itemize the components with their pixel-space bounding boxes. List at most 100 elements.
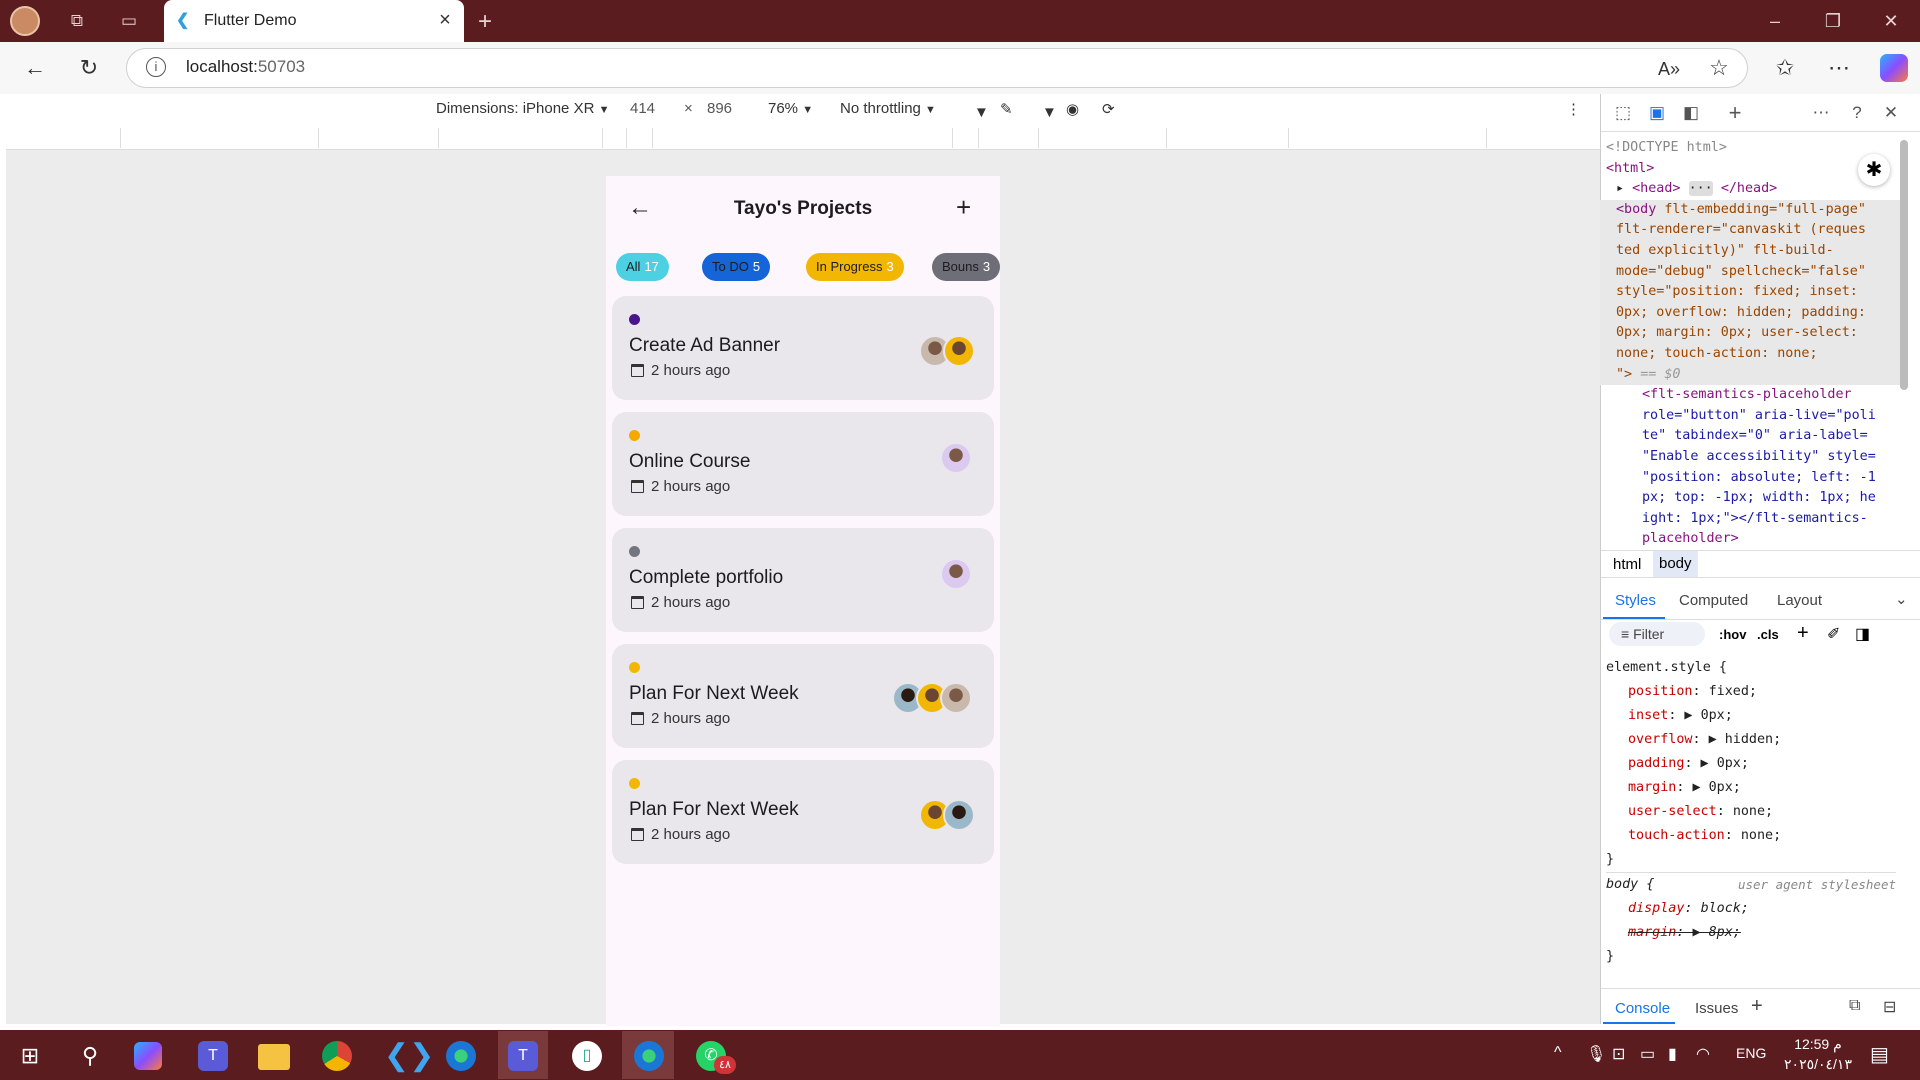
minimize-icon[interactable]: – — [1760, 8, 1790, 34]
tab-console[interactable]: Console — [1615, 1000, 1670, 1017]
dom-scrollbar[interactable] — [1900, 140, 1908, 390]
windows-start-icon[interactable]: ⊞ — [12, 1038, 48, 1074]
microphone-icon[interactable]: 🎙︎ — [1586, 1044, 1606, 1064]
new-rule-icon[interactable]: + — [1797, 622, 1809, 645]
info-icon[interactable]: i — [146, 57, 166, 77]
language-indicator[interactable]: ENG — [1736, 1045, 1766, 1061]
filter-chip-in-progress[interactable]: In Progress 3 — [806, 253, 904, 281]
filter-chip-todo[interactable]: To DO 5 — [702, 253, 771, 281]
refresh-icon[interactable]: ↻ — [76, 55, 102, 81]
edge-icon[interactable] — [446, 1041, 476, 1071]
breadcrumb-html[interactable]: html — [1613, 556, 1641, 573]
teams-icon[interactable]: T — [198, 1041, 228, 1071]
close-devtools-icon[interactable]: ✕ — [1880, 102, 1902, 124]
favorites-icon[interactable]: ✩ — [1772, 55, 1798, 81]
address-bar[interactable] — [126, 48, 1748, 88]
read-aloud-icon[interactable]: A» — [1656, 56, 1682, 82]
chevron-up-icon[interactable]: ^ — [1554, 1044, 1562, 1062]
wifi-icon[interactable]: ◠ — [1696, 1044, 1710, 1064]
head-line[interactable]: ▸ <head> ··· </head> — [1606, 179, 1896, 200]
add-panel-icon[interactable]: + — [1724, 102, 1746, 124]
battery-icon[interactable]: ▮ — [1668, 1044, 1677, 1064]
status-dot — [629, 314, 640, 325]
tab-layout[interactable]: Layout — [1777, 592, 1822, 609]
height-input[interactable]: 896 — [707, 100, 732, 117]
chrome-icon[interactable] — [322, 1041, 352, 1071]
tab-computed[interactable]: Computed — [1679, 592, 1748, 609]
device-toggle-icon[interactable]: ▣ — [1646, 102, 1668, 124]
media-query-ruler — [6, 126, 1600, 150]
member-avatar — [943, 799, 975, 831]
semantics-line: "position: absolute; left: -1 — [1642, 469, 1876, 485]
chevron-down-icon[interactable]: ⌄ — [1895, 590, 1908, 608]
breadcrumb-body[interactable]: body — [1653, 551, 1698, 577]
app-icon[interactable]: ▯ — [572, 1041, 602, 1071]
url-text[interactable]: localhost:50703 — [186, 57, 305, 77]
copilot-taskbar-icon[interactable] — [134, 1042, 162, 1070]
new-tab-icon[interactable]: + — [478, 8, 492, 36]
inspect-icon[interactable]: ⬚ — [1612, 102, 1634, 124]
close-window-icon[interactable]: ✕ — [1876, 8, 1906, 34]
times-sign: × — [684, 100, 693, 117]
tray-app-icon[interactable]: ⊡ — [1612, 1044, 1625, 1064]
filter-chip-all[interactable]: All 17 — [616, 253, 669, 281]
devtools-more-icon[interactable]: ⋯ — [1810, 102, 1832, 124]
profile-avatar[interactable] — [10, 6, 40, 36]
dom-tree[interactable]: <!DOCTYPE html> <html> ▸ <head> ··· </he… — [1600, 138, 1902, 550]
accessibility-icon[interactable]: ✱ — [1858, 154, 1890, 186]
eye-icon[interactable]: ◉ — [1066, 100, 1079, 118]
styles-pane[interactable]: element.style { position: fixed; inset: … — [1606, 656, 1896, 969]
rotate-icon[interactable]: ⟳ — [1102, 100, 1115, 118]
calendar-icon — [631, 828, 644, 841]
tab-issues[interactable]: Issues — [1695, 1000, 1738, 1017]
close-tab-icon[interactable]: × — [434, 9, 456, 31]
teams-work-icon[interactable]: T — [508, 1041, 538, 1071]
body-node[interactable]: <body flt-embedding="full-page" flt-rend… — [1600, 199, 1902, 386]
close-drawer-icon[interactable]: ⊟ — [1883, 997, 1896, 1017]
restore-icon[interactable]: ❐ — [1818, 8, 1848, 34]
cls-button[interactable]: .cls — [1757, 627, 1779, 642]
device-select[interactable]: Dimensions: iPhone XR ▼ — [436, 100, 609, 117]
copilot-icon[interactable] — [1880, 54, 1908, 82]
tab-styles[interactable]: Styles — [1615, 592, 1656, 609]
help-icon[interactable]: ? — [1846, 102, 1868, 124]
body-tag: <body — [1616, 201, 1657, 217]
paint-icon[interactable]: ✐ — [1827, 624, 1840, 644]
add-icon[interactable]: + — [956, 194, 980, 220]
add-drawer-tab-icon[interactable]: + — [1751, 995, 1763, 1018]
hov-button[interactable]: :hov — [1719, 627, 1746, 642]
vscode-icon[interactable]: ❮❯ — [384, 1038, 434, 1074]
clock[interactable]: 12:59 م ٢٠٢٥/٠٤/١٣ — [1778, 1034, 1858, 1074]
tab-actions-icon[interactable]: ▭ — [118, 10, 140, 32]
search-icon[interactable]: ⚲ — [72, 1038, 108, 1074]
calendar-icon — [631, 364, 644, 377]
favorite-star-icon[interactable]: ☆ — [1706, 55, 1732, 81]
filter-chip-bonus[interactable]: Bouns 3 — [932, 253, 1001, 281]
undock-icon[interactable]: ⧉ — [1849, 997, 1860, 1015]
edge-window-icon[interactable] — [634, 1041, 664, 1071]
styles-tabs: Styles Computed Layout ⌄ — [1601, 580, 1920, 620]
dock-icon[interactable]: ◧ — [1680, 102, 1702, 124]
throttling-select[interactable]: No throttling ▼ — [840, 100, 936, 117]
css-rule: padding: ▶ 0px; — [1628, 756, 1749, 771]
notifications-icon[interactable]: ▤ — [1870, 1042, 1889, 1067]
color-picker-icon[interactable]: ✎ — [1000, 100, 1013, 118]
clock-date: ٢٠٢٥/٠٤/١٣ — [1784, 1056, 1852, 1072]
zoom-select[interactable]: 76% ▼ — [768, 100, 813, 117]
filter-input[interactable]: ≡ Filter — [1609, 622, 1705, 646]
more-icon[interactable]: ⋯ — [1826, 55, 1852, 81]
file-explorer-icon[interactable] — [258, 1044, 290, 1070]
camera-icon[interactable]: ▭ — [1640, 1044, 1655, 1064]
vision-dropdown-icon[interactable]: ▼ — [1042, 104, 1057, 121]
back-icon[interactable]: ← — [22, 55, 48, 81]
toolbar-menu-icon[interactable]: ⋮ — [1566, 100, 1581, 118]
workspaces-icon[interactable]: ⧉ — [66, 10, 88, 32]
ua-label: user agent stylesheet — [1737, 877, 1896, 892]
css-value: 8px; — [1708, 925, 1741, 940]
tab-title: Flutter Demo — [204, 12, 297, 29]
body-attr: 0px; margin: 0px; user-select: — [1616, 325, 1858, 341]
options-dropdown-icon[interactable]: ▼ — [974, 104, 989, 121]
sidebar-toggle-icon[interactable]: ◨ — [1855, 624, 1870, 644]
body-attr: style="position: fixed; inset: — [1616, 284, 1858, 300]
width-input[interactable]: 414 — [630, 100, 655, 117]
